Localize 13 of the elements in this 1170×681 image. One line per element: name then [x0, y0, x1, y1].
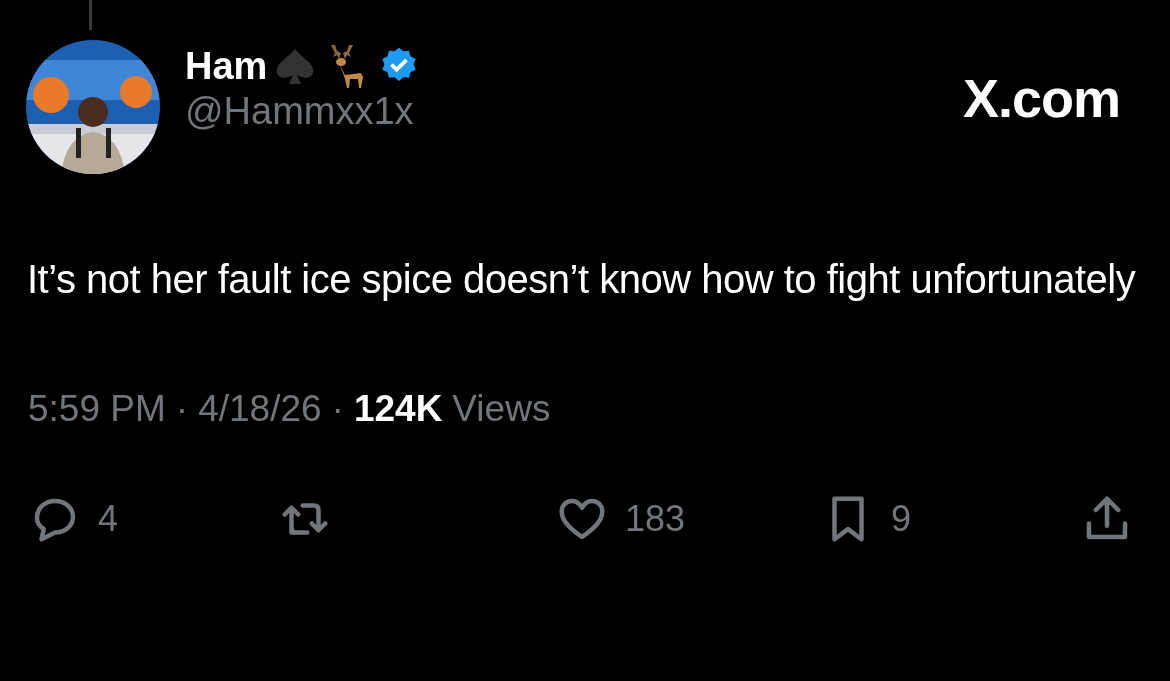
like-count: 183: [625, 496, 686, 541]
post-date: 4/18/26: [198, 387, 322, 431]
views-label: Views: [452, 387, 551, 431]
bookmark-count: 9: [891, 496, 912, 541]
separator-dot: ·: [331, 387, 344, 431]
author-name[interactable]: Ham: [185, 43, 268, 89]
view-count: 124K: [353, 387, 443, 431]
separator-dot: ·: [175, 387, 189, 431]
tweet-text: It’s not her fault ice spice doesn’t know how to fight unfortunately: [27, 256, 1137, 303]
author-handle[interactable]: @Hammxx1x: [185, 89, 420, 133]
site-label: X.com: [962, 67, 1120, 130]
timestamp: 5:59 PM: [28, 387, 166, 431]
reply-count: 4: [98, 496, 119, 541]
